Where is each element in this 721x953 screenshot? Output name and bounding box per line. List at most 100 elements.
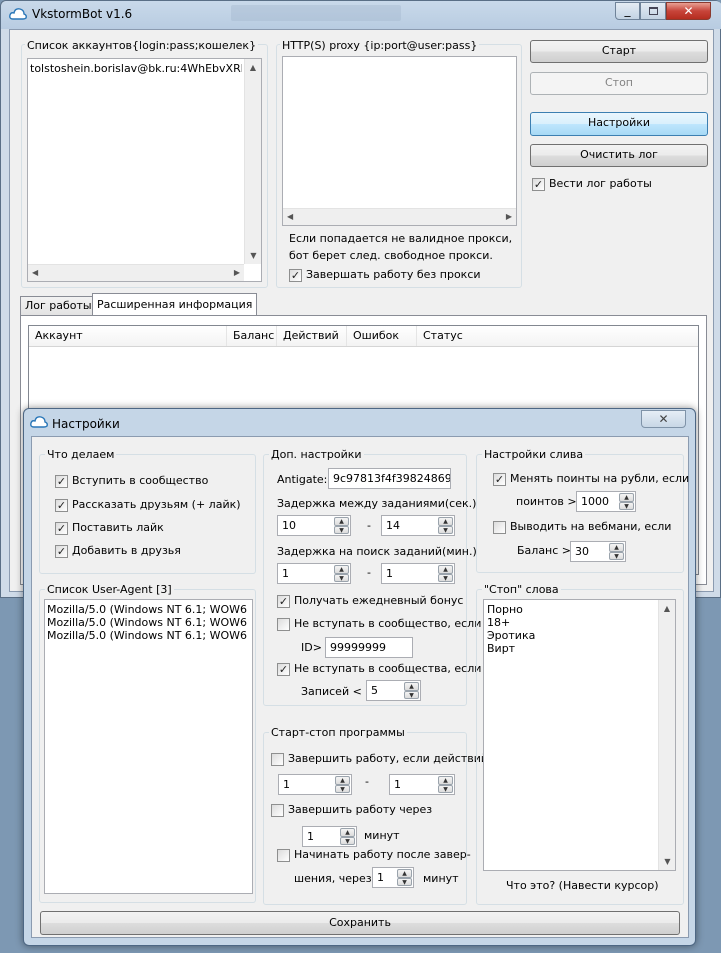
spin-arrows[interactable]: ▲ ▼ — [438, 517, 453, 534]
tell-friends-checkbox[interactable]: ✓ — [55, 499, 68, 512]
spin-down-icon[interactable]: ▼ — [335, 784, 350, 793]
spin-down-icon[interactable]: ▼ — [438, 573, 453, 582]
finish-if-actions-checkbox[interactable] — [271, 753, 284, 766]
change-points-checkbox[interactable]: ✓ — [493, 473, 506, 486]
spin-arrows[interactable]: ▲ ▼ — [404, 682, 419, 699]
spin-down-icon[interactable]: ▼ — [619, 501, 634, 510]
keep-log-checkbox[interactable]: ✓ — [532, 178, 545, 191]
scroll-down-icon[interactable]: ▼ — [659, 857, 676, 866]
save-button[interactable]: Сохранить — [40, 911, 680, 935]
spin-up-icon[interactable]: ▲ — [397, 869, 412, 878]
id-input[interactable]: 99999999 — [325, 637, 413, 658]
actions-from-spin[interactable]: 1 ▲ ▼ — [278, 774, 352, 795]
antigate-key-input[interactable]: 9c97813f4f39824869ff3 — [328, 468, 451, 489]
stop-words-list[interactable]: Порно 18+ Эротика Вирт ▲ ▼ — [483, 599, 676, 871]
spin-arrows[interactable]: ▲ ▼ — [438, 776, 453, 793]
stop-word-item[interactable]: Эротика — [487, 629, 535, 642]
scroll-down-icon[interactable]: ▼ — [245, 251, 262, 260]
user-agent-list[interactable]: Mozilla/5.0 (Windows NT 6.1; WOW64 Mozil… — [44, 599, 253, 894]
spin-up-icon[interactable]: ▲ — [404, 682, 419, 691]
spin-up-icon[interactable]: ▲ — [334, 565, 349, 574]
finish-without-proxy-checkbox[interactable]: ✓ — [289, 269, 302, 282]
col-balance[interactable]: Баланс — [227, 326, 277, 346]
spin-down-icon[interactable]: ▼ — [340, 836, 355, 845]
scroll-left-icon[interactable]: ◀ — [287, 212, 293, 221]
user-agent-item[interactable]: Mozilla/5.0 (Windows NT 6.1; WOW64 — [47, 603, 247, 616]
no-join-if-checkbox[interactable] — [277, 618, 290, 631]
spin-down-icon[interactable]: ▼ — [334, 525, 349, 534]
add-friends-checkbox[interactable]: ✓ — [55, 545, 68, 558]
daily-bonus-checkbox[interactable]: ✓ — [277, 595, 290, 608]
spin-arrows[interactable]: ▲ ▼ — [438, 565, 453, 582]
delay-search-to-spin[interactable]: 1 ▲ ▼ — [381, 563, 455, 584]
user-agent-item[interactable]: Mozilla/5.0 (Windows NT 6.1; WOW64 — [47, 629, 247, 642]
spin-arrows[interactable]: ▲ ▼ — [334, 565, 349, 582]
account-item[interactable]: tolstoshein.borislav@bk.ru:4WhEbvXRbW34 — [30, 62, 242, 75]
minimize-button[interactable]: _ — [615, 2, 640, 20]
spin-up-icon[interactable]: ▲ — [619, 493, 634, 502]
spin-arrows[interactable]: ▲ ▼ — [335, 776, 350, 793]
clear-log-button[interactable]: Очистить лог — [530, 144, 708, 167]
stop-word-item[interactable]: 18+ — [487, 616, 510, 629]
delay-tasks-from-spin[interactable]: 10 ▲ ▼ — [277, 515, 351, 536]
close-button[interactable]: ✕ — [666, 2, 711, 20]
spin-arrows[interactable]: ▲ ▼ — [340, 828, 355, 845]
spin-up-icon[interactable]: ▲ — [340, 828, 355, 837]
like-checkbox[interactable]: ✓ — [55, 522, 68, 535]
start-button[interactable]: Старт — [530, 40, 708, 63]
restart-after-spin[interactable]: 1 ▲ ▼ — [372, 867, 414, 888]
stop-word-item[interactable]: Вирт — [487, 642, 515, 655]
records-spin[interactable]: 5 ▲ ▼ — [366, 680, 421, 701]
spin-up-icon[interactable]: ▲ — [334, 517, 349, 526]
maximize-button[interactable] — [640, 2, 666, 20]
finish-after-spin[interactable]: 1 ▲ ▼ — [302, 826, 357, 847]
actions-to-spin[interactable]: 1 ▲ ▼ — [389, 774, 455, 795]
user-agent-item[interactable]: Mozilla/5.0 (Windows NT 6.1; WOW64 — [47, 616, 247, 629]
spin-down-icon[interactable]: ▼ — [438, 784, 453, 793]
settings-button[interactable]: Настройки — [530, 112, 708, 136]
balance-spin[interactable]: 30 ▲ ▼ — [570, 541, 626, 562]
no-join-groups-if-checkbox[interactable]: ✓ — [277, 663, 290, 676]
spin-down-icon[interactable]: ▼ — [334, 573, 349, 582]
scroll-up-icon[interactable]: ▲ — [659, 604, 675, 613]
col-status[interactable]: Статус — [417, 326, 517, 346]
delay-tasks-to-spin[interactable]: 14 ▲ ▼ — [381, 515, 455, 536]
stop-word-item[interactable]: Порно — [487, 603, 523, 616]
scroll-up-icon[interactable]: ▲ — [245, 63, 261, 72]
spin-up-icon[interactable]: ▲ — [335, 776, 350, 785]
tab-extended-info[interactable]: Расширенная информация — [92, 293, 258, 316]
spin-down-icon[interactable]: ▼ — [404, 690, 419, 699]
spin-up-icon[interactable]: ▲ — [438, 565, 453, 574]
col-errors[interactable]: Ошибок — [347, 326, 417, 346]
spin-down-icon[interactable]: ▼ — [397, 877, 412, 886]
accounts-list[interactable]: tolstoshein.borislav@bk.ru:4WhEbvXRbW34 … — [27, 58, 262, 282]
tab-log[interactable]: Лог работы — [20, 296, 97, 315]
spin-up-icon[interactable]: ▲ — [438, 517, 453, 526]
points-spin[interactable]: 1000 ▲ ▼ — [576, 491, 636, 512]
spin-down-icon[interactable]: ▼ — [438, 525, 453, 534]
spin-arrows[interactable]: ▲ ▼ — [619, 493, 634, 510]
col-actions[interactable]: Действий — [277, 326, 347, 346]
spin-arrows[interactable]: ▲ ▼ — [397, 869, 412, 886]
spin-arrows[interactable]: ▲ ▼ — [334, 517, 349, 534]
restart-after-checkbox[interactable] — [277, 849, 290, 862]
withdraw-checkbox[interactable] — [493, 521, 506, 534]
stop-button[interactable]: Стоп — [530, 72, 708, 95]
scroll-right-icon[interactable]: ▶ — [234, 268, 240, 277]
stop-words-hint[interactable]: Что это? (Навести курсор) — [506, 879, 659, 892]
stop-words-vscroll[interactable]: ▲ ▼ — [658, 600, 675, 870]
spin-arrows[interactable]: ▲ ▼ — [609, 543, 624, 560]
delay-search-from-spin[interactable]: 1 ▲ ▼ — [277, 563, 351, 584]
accounts-vscroll[interactable]: ▲ ▼ — [244, 59, 261, 264]
spin-down-icon[interactable]: ▼ — [609, 551, 624, 560]
join-group-checkbox[interactable]: ✓ — [55, 475, 68, 488]
finish-after-checkbox[interactable] — [271, 804, 284, 817]
spin-up-icon[interactable]: ▲ — [438, 776, 453, 785]
scroll-left-icon[interactable]: ◀ — [32, 268, 38, 277]
scroll-right-icon[interactable]: ▶ — [506, 212, 512, 221]
proxy-hscroll[interactable]: ◀ ▶ — [283, 208, 516, 225]
dialog-close-button[interactable]: ✕ — [641, 410, 686, 428]
col-account[interactable]: Аккаунт — [29, 326, 227, 346]
accounts-hscroll[interactable]: ◀ ▶ — [28, 264, 244, 281]
proxy-list[interactable]: ◀ ▶ — [282, 56, 517, 226]
